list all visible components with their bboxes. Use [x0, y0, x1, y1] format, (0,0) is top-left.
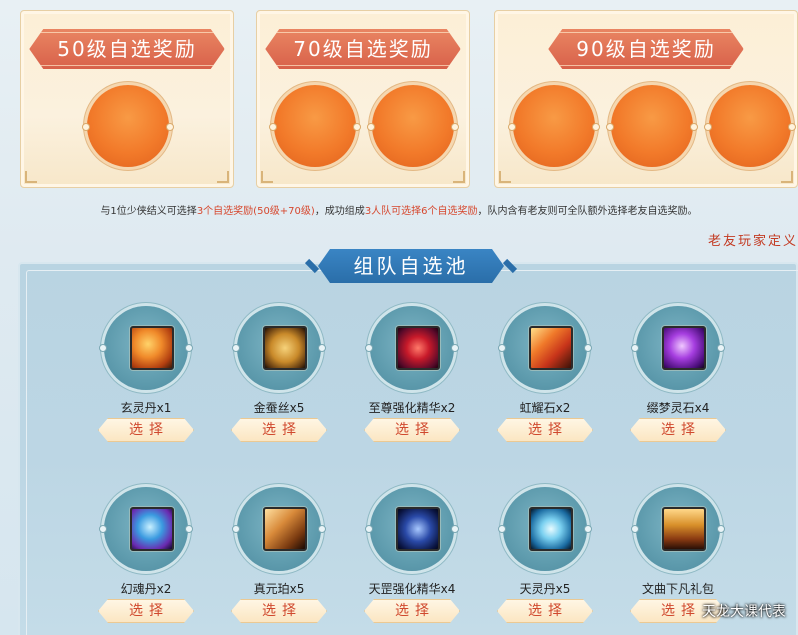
soul-pill-icon — [130, 507, 174, 551]
reward-card-title: 90级自选奖励 — [548, 29, 743, 69]
notice-highlight: 3人队可选择6个自选奖励 — [364, 206, 478, 217]
reward-slot[interactable] — [508, 85, 600, 167]
amber-icon — [263, 507, 307, 551]
item-frame — [365, 487, 459, 571]
select-button[interactable]: 选择 — [98, 418, 194, 442]
item-name: 天罡强化精华x4 — [368, 582, 456, 596]
item-frame — [99, 487, 193, 571]
reward-slot[interactable] — [367, 85, 459, 167]
gift-chest-icon — [662, 507, 706, 551]
spirit-pill-icon — [529, 507, 573, 551]
select-button[interactable]: 选择 — [630, 418, 726, 442]
item-frame — [631, 487, 725, 571]
item-name: 文曲下凡礼包 — [641, 582, 714, 596]
select-button[interactable]: 选择 — [231, 418, 327, 442]
select-button[interactable]: 选择 — [497, 418, 593, 442]
notice-text: 与1位少侠结义可选择 — [100, 206, 197, 217]
item-name: 天灵丹x5 — [519, 582, 571, 596]
rules-notice: 与1位少侠结义可选择3个自选奖励(50级+70级)，成功组成3人队可选择6个自选… — [0, 202, 798, 217]
notice-text: ，队内含有老友则可全队额外选择老友自选奖励。 — [477, 206, 698, 217]
tiangang-essence-icon — [396, 507, 440, 551]
silk-cocoon-icon — [263, 326, 307, 370]
purple-gem-icon — [662, 326, 706, 370]
rainbow-stone-icon — [529, 326, 573, 370]
reward-card-90: 90级自选奖励 — [494, 10, 798, 188]
reward-slot[interactable] — [704, 85, 796, 167]
reward-card-title: 50级自选奖励 — [29, 29, 224, 69]
item-name: 至尊强化精华x2 — [368, 401, 456, 415]
item-frame — [232, 306, 326, 390]
item-frame — [498, 306, 592, 390]
reward-card-70: 70级自选奖励 — [256, 10, 470, 188]
item-name: 缀梦灵石x4 — [646, 401, 710, 415]
item-name: 真元珀x5 — [253, 582, 305, 596]
item-frame — [232, 487, 326, 571]
reward-slot[interactable] — [606, 85, 698, 167]
item-frame — [498, 487, 592, 571]
item-frame — [365, 306, 459, 390]
pool-title: 组队自选池 — [318, 249, 504, 283]
notice-text: ，成功组成 — [314, 206, 365, 217]
select-button[interactable]: 选择 — [98, 599, 194, 623]
select-button[interactable]: 选择 — [364, 418, 460, 442]
reward-card-50: 50级自选奖励 — [20, 10, 234, 188]
select-button[interactable]: 选择 — [364, 599, 460, 623]
old-friend-definition-link[interactable]: 老友玩家定义 — [708, 230, 798, 249]
item-frame — [631, 306, 725, 390]
supreme-essence-icon — [396, 326, 440, 370]
item-name: 幻魂丹x2 — [120, 582, 172, 596]
reward-slot[interactable] — [269, 85, 361, 167]
item-name: 金蚕丝x5 — [253, 401, 305, 415]
item-frame — [99, 306, 193, 390]
spiral-shell-icon — [130, 326, 174, 370]
select-button[interactable]: 选择 — [231, 599, 327, 623]
item-name: 虹耀石x2 — [519, 401, 571, 415]
item-name: 玄灵丹x1 — [120, 401, 172, 415]
reward-slot[interactable] — [82, 85, 174, 167]
reward-card-title: 70级自选奖励 — [265, 29, 460, 69]
select-button[interactable]: 选择 — [497, 599, 593, 623]
watermark-text: 天龙大课代表 — [702, 604, 786, 620]
notice-highlight: 3个自选奖励(50级+70级) — [196, 206, 315, 217]
